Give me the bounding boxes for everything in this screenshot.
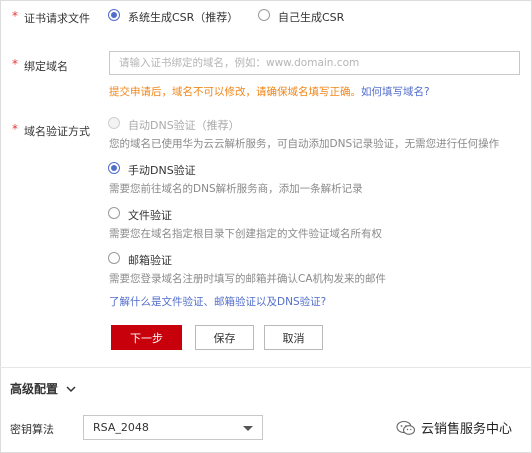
radio-self-csr[interactable] — [258, 9, 270, 21]
radio-file-verify[interactable] — [108, 207, 120, 219]
required-mark: * — [12, 9, 18, 23]
domain-input[interactable] — [109, 51, 520, 75]
domain-warning: 提交申请后，域名不可以修改，请确保域名填写正确。如何填写域名? — [109, 84, 430, 99]
key-algo-label: 密钥算法 — [10, 423, 54, 436]
option-manual-dns[interactable]: 手动DNS验证 — [128, 162, 196, 178]
radio-manual-dns[interactable] — [108, 162, 120, 174]
watermark: 云销售服务中心 — [396, 418, 512, 437]
option-self-csr[interactable]: 自己生成CSR — [278, 9, 344, 25]
next-button[interactable]: 下一步 — [111, 325, 182, 350]
cert-request-label: 证书请求文件 — [24, 12, 90, 25]
radio-auto-dns — [108, 117, 120, 129]
key-algo-select[interactable]: RSA_2048 — [83, 415, 263, 440]
section-divider — [0, 367, 532, 368]
caret-down-icon — [243, 426, 253, 431]
domain-warning-text: 提交申请后，域名不可以修改，请确保域名填写正确。 — [109, 86, 361, 98]
option-file-verify[interactable]: 文件验证 — [128, 207, 172, 223]
option-auto-dns: 自动DNS验证（推荐） — [128, 119, 240, 132]
save-button[interactable]: 保存 — [195, 325, 254, 350]
key-algo-value: RSA_2048 — [93, 421, 149, 434]
manual-dns-desc: 需要您前往域名的DNS解析服务商，添加一条解析记录 — [109, 183, 363, 195]
email-verify-desc: 需要您登录域名注册时填写的邮箱并确认CA机构发来的邮件 — [109, 273, 387, 285]
advanced-config-toggle[interactable]: 高级配置 — [10, 380, 76, 397]
chevron-down-icon — [66, 386, 76, 393]
file-verify-desc: 需要您在域名指定根目录下创建指定的文件验证域名所有权 — [109, 228, 382, 240]
domain-label: 绑定域名 — [24, 60, 68, 73]
required-mark: * — [12, 57, 18, 71]
verify-label: 域名验证方式 — [24, 125, 90, 138]
radio-system-csr[interactable] — [108, 9, 120, 21]
watermark-text: 云销售服务中心 — [421, 422, 513, 437]
option-system-csr[interactable]: 系统生成CSR（推荐） — [128, 9, 238, 25]
auto-dns-desc: 您的域名已使用华为云云解析服务，可自动添加DNS记录验证，无需您进行任何操作 — [109, 138, 500, 150]
radio-email-verify[interactable] — [108, 252, 120, 264]
wechat-icon — [396, 420, 416, 435]
learn-verify-link[interactable]: 了解什么是文件验证、邮箱验证以及DNS验证? — [109, 294, 326, 309]
cancel-button[interactable]: 取消 — [264, 325, 323, 350]
required-mark: * — [12, 122, 18, 136]
option-email-verify[interactable]: 邮箱验证 — [128, 252, 172, 268]
advanced-config-title: 高级配置 — [10, 382, 59, 396]
domain-help-link[interactable]: 如何填写域名? — [361, 86, 430, 98]
